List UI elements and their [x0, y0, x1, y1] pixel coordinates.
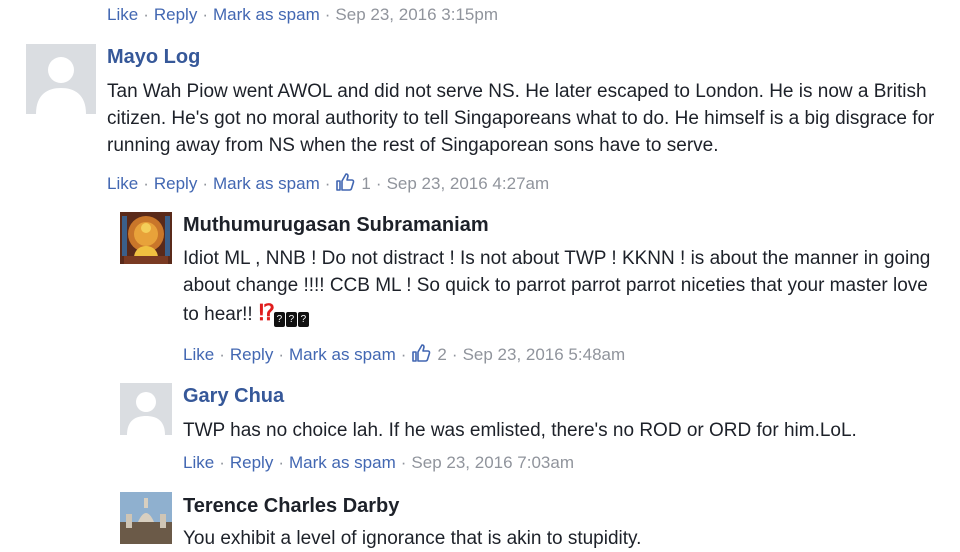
- timestamp-link[interactable]: Sep 23, 2016 7:03am: [411, 453, 574, 472]
- mark-as-spam-link[interactable]: Mark as spam: [289, 453, 396, 472]
- avatar[interactable]: [120, 212, 172, 264]
- comment-author[interactable]: Muthumurugasan Subramaniam: [183, 212, 489, 238]
- reply-link[interactable]: Reply: [230, 345, 273, 364]
- like-link[interactable]: Like: [107, 174, 138, 193]
- reply-link[interactable]: Reply: [230, 453, 273, 472]
- exclamation-question-emoji: ⁉: [258, 300, 275, 325]
- comment-text: TWP has no choice lah. If he was emliste…: [183, 420, 857, 441]
- comment-actions: Like · Reply · Mark as spam · 2 · Sep 23, 2016 5…: [183, 343, 626, 364]
- comment-text: Tan Wah Piow went AWOL and did not serve…: [107, 81, 935, 156]
- comment-author[interactable]: Mayo Log: [107, 44, 200, 70]
- like-link[interactable]: Like: [107, 5, 138, 24]
- avatar[interactable]: [120, 383, 172, 435]
- like-count: 2: [437, 345, 447, 364]
- avatar[interactable]: [120, 492, 172, 544]
- avatar[interactable]: [26, 44, 96, 114]
- missing-glyph-icon: ?: [285, 312, 297, 327]
- top-comment-actions: Like · Reply · Mark as spam · Sep 23, 2016 3:1…: [107, 5, 498, 24]
- default-avatar-icon: [26, 44, 96, 114]
- default-avatar-icon: [120, 383, 172, 435]
- timestamp-link[interactable]: Sep 23, 2016 4:27am: [387, 174, 550, 193]
- mark-as-spam-link[interactable]: Mark as spam: [213, 5, 320, 24]
- thumbs-up-icon[interactable]: [411, 343, 431, 363]
- comment-author[interactable]: Gary Chua: [183, 383, 284, 409]
- reply-link[interactable]: Reply: [154, 174, 197, 193]
- like-link[interactable]: Like: [183, 453, 214, 472]
- comment-author[interactable]: Terence Charles Darby: [183, 493, 399, 519]
- mark-as-spam-link[interactable]: Mark as spam: [213, 174, 320, 193]
- like-link[interactable]: Like: [183, 345, 214, 364]
- comment-actions: Like · Reply · Mark as spam · Sep 23, 2016 7:0…: [183, 453, 574, 472]
- thumbs-up-icon[interactable]: [335, 172, 355, 192]
- timestamp-link[interactable]: Sep 23, 2016 3:15pm: [335, 5, 498, 24]
- building-photo-avatar-icon: [120, 492, 172, 544]
- mark-as-spam-link[interactable]: Mark as spam: [289, 345, 396, 364]
- reply-link[interactable]: Reply: [154, 5, 197, 24]
- timestamp-link[interactable]: Sep 23, 2016 5:48am: [463, 345, 626, 364]
- like-count: 1: [361, 174, 371, 193]
- buddha-avatar-icon: [120, 212, 172, 264]
- missing-glyph-icon: ?: [273, 312, 285, 327]
- comment-text: Idiot ML , NNB ! Do not distract ! Is no…: [183, 245, 933, 328]
- missing-glyph-icon: ?: [297, 312, 309, 327]
- comment-actions: Like · Reply · Mark as spam · 1 · Sep 23, 2016 4…: [107, 172, 550, 193]
